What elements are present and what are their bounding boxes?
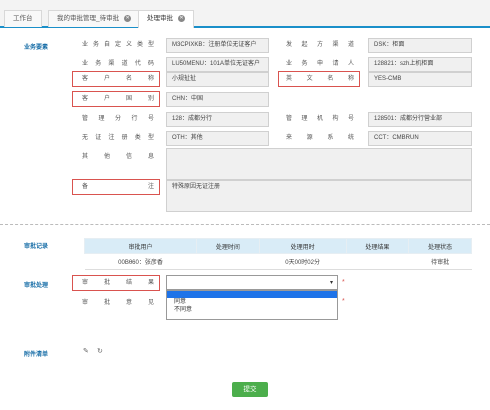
dropdown-option-disagree[interactable]: 不同意 bbox=[167, 306, 337, 314]
table-cell: 0天00时02分 bbox=[259, 253, 347, 270]
section-divider bbox=[0, 224, 490, 225]
tab-label: 处理审批 bbox=[147, 15, 173, 22]
approval-result-select[interactable]: ▾ bbox=[166, 275, 338, 290]
field-label: 业务自定义类型 bbox=[82, 42, 154, 48]
column-header: 处理时间 bbox=[195, 238, 260, 254]
tab-process-approval[interactable]: 处理审批 ✕ bbox=[138, 10, 194, 28]
refresh-icon[interactable]: ↻ bbox=[97, 347, 103, 355]
source-system-field: CCT：CMBRUN bbox=[368, 131, 472, 146]
field-label: 来源系统 bbox=[286, 135, 354, 141]
field-label: 审批意见 bbox=[82, 300, 154, 306]
field-label: 管理分行号 bbox=[82, 116, 154, 122]
table-cell: 待审批 bbox=[408, 253, 472, 270]
customer-name-field: 小规扯扯 bbox=[166, 72, 269, 87]
field-label: 审批结果 bbox=[82, 280, 154, 286]
column-header: 处理结果 bbox=[345, 238, 410, 254]
chevron-down-icon: ▾ bbox=[329, 280, 333, 286]
org-field: 128501：成都分行营业部 bbox=[368, 112, 472, 127]
origin-channel-field: DSK：柜面 bbox=[368, 38, 472, 53]
records-section-title: 审批记录 bbox=[24, 244, 49, 250]
tab-label: 我的审批管理_待审批 bbox=[57, 15, 120, 22]
field-label: 其他信息 bbox=[82, 154, 154, 160]
attach-icon[interactable]: ✎ bbox=[83, 347, 89, 355]
close-icon[interactable]: ✕ bbox=[178, 14, 185, 22]
submit-button[interactable]: 提交 bbox=[232, 382, 268, 397]
applicant-field: 128821：szh上机柜面 bbox=[368, 57, 472, 72]
field-label: 备注 bbox=[82, 184, 154, 190]
tab-bar: 工作台 我的审批管理_待审批 ✕ 处理审批 ✕ bbox=[0, 0, 490, 28]
custom-type-field: M3CPIXKB：注册单位无证客户 bbox=[166, 38, 269, 53]
column-header: 处理状态 bbox=[408, 238, 472, 254]
process-section-title: 审批处理 bbox=[24, 283, 49, 289]
customer-country-field: CHN：中国 bbox=[166, 92, 269, 107]
table-cell bbox=[346, 253, 409, 270]
english-name-field: YES-CMB bbox=[368, 72, 472, 87]
field-label: 发起方渠道 bbox=[286, 42, 354, 48]
approval-result-dropdown[interactable]: 同意 不同意 bbox=[166, 290, 338, 320]
close-icon[interactable]: ✕ bbox=[124, 14, 132, 22]
field-label: 客户国别 bbox=[82, 96, 154, 102]
required-mark: * bbox=[342, 298, 345, 305]
field-label: 客户名称 bbox=[82, 76, 154, 82]
table-header-row: 审批用户 处理时间 处理用时 处理结果 处理状态 bbox=[84, 238, 472, 254]
tab-workbench[interactable]: 工作台 bbox=[4, 10, 42, 27]
required-mark: * bbox=[342, 279, 345, 286]
register-type-field: OTH：其他 bbox=[166, 131, 269, 146]
field-label: 无证注册类型 bbox=[82, 135, 154, 141]
tab-label: 工作台 bbox=[13, 15, 33, 22]
table-cell bbox=[196, 253, 260, 270]
table-row: 00Bθ60：张彦香 0天00时02分 待审批 bbox=[84, 253, 472, 270]
field-label: 业务渠道代码 bbox=[82, 61, 154, 67]
tab-pending-approval[interactable]: 我的审批管理_待审批 ✕ bbox=[48, 10, 141, 27]
other-info-field bbox=[166, 148, 472, 180]
table-cell: 00Bθ60：张彦香 bbox=[84, 253, 197, 270]
remark-field: 特殊原因无证注册 bbox=[166, 180, 472, 212]
field-label: 管理机构号 bbox=[286, 116, 354, 122]
dropdown-option-agree[interactable]: 同意 bbox=[167, 298, 337, 306]
column-header: 审批用户 bbox=[84, 238, 197, 254]
branch-field: 128：成都分行 bbox=[166, 112, 269, 127]
approval-records-table: 审批用户 处理时间 处理用时 处理结果 处理状态 00Bθ60：张彦香 0天00… bbox=[84, 238, 472, 270]
dropdown-option-blank[interactable] bbox=[167, 291, 337, 298]
column-header: 处理用时 bbox=[258, 238, 347, 254]
business-section-title: 业务要素 bbox=[24, 45, 49, 51]
field-label: 英文名称 bbox=[286, 76, 354, 82]
field-label: 业务申请人 bbox=[286, 61, 354, 67]
attachments-section-title: 附件清单 bbox=[24, 352, 49, 358]
channel-code-field: LU50MENU：101A单位无证客户 bbox=[166, 57, 269, 72]
